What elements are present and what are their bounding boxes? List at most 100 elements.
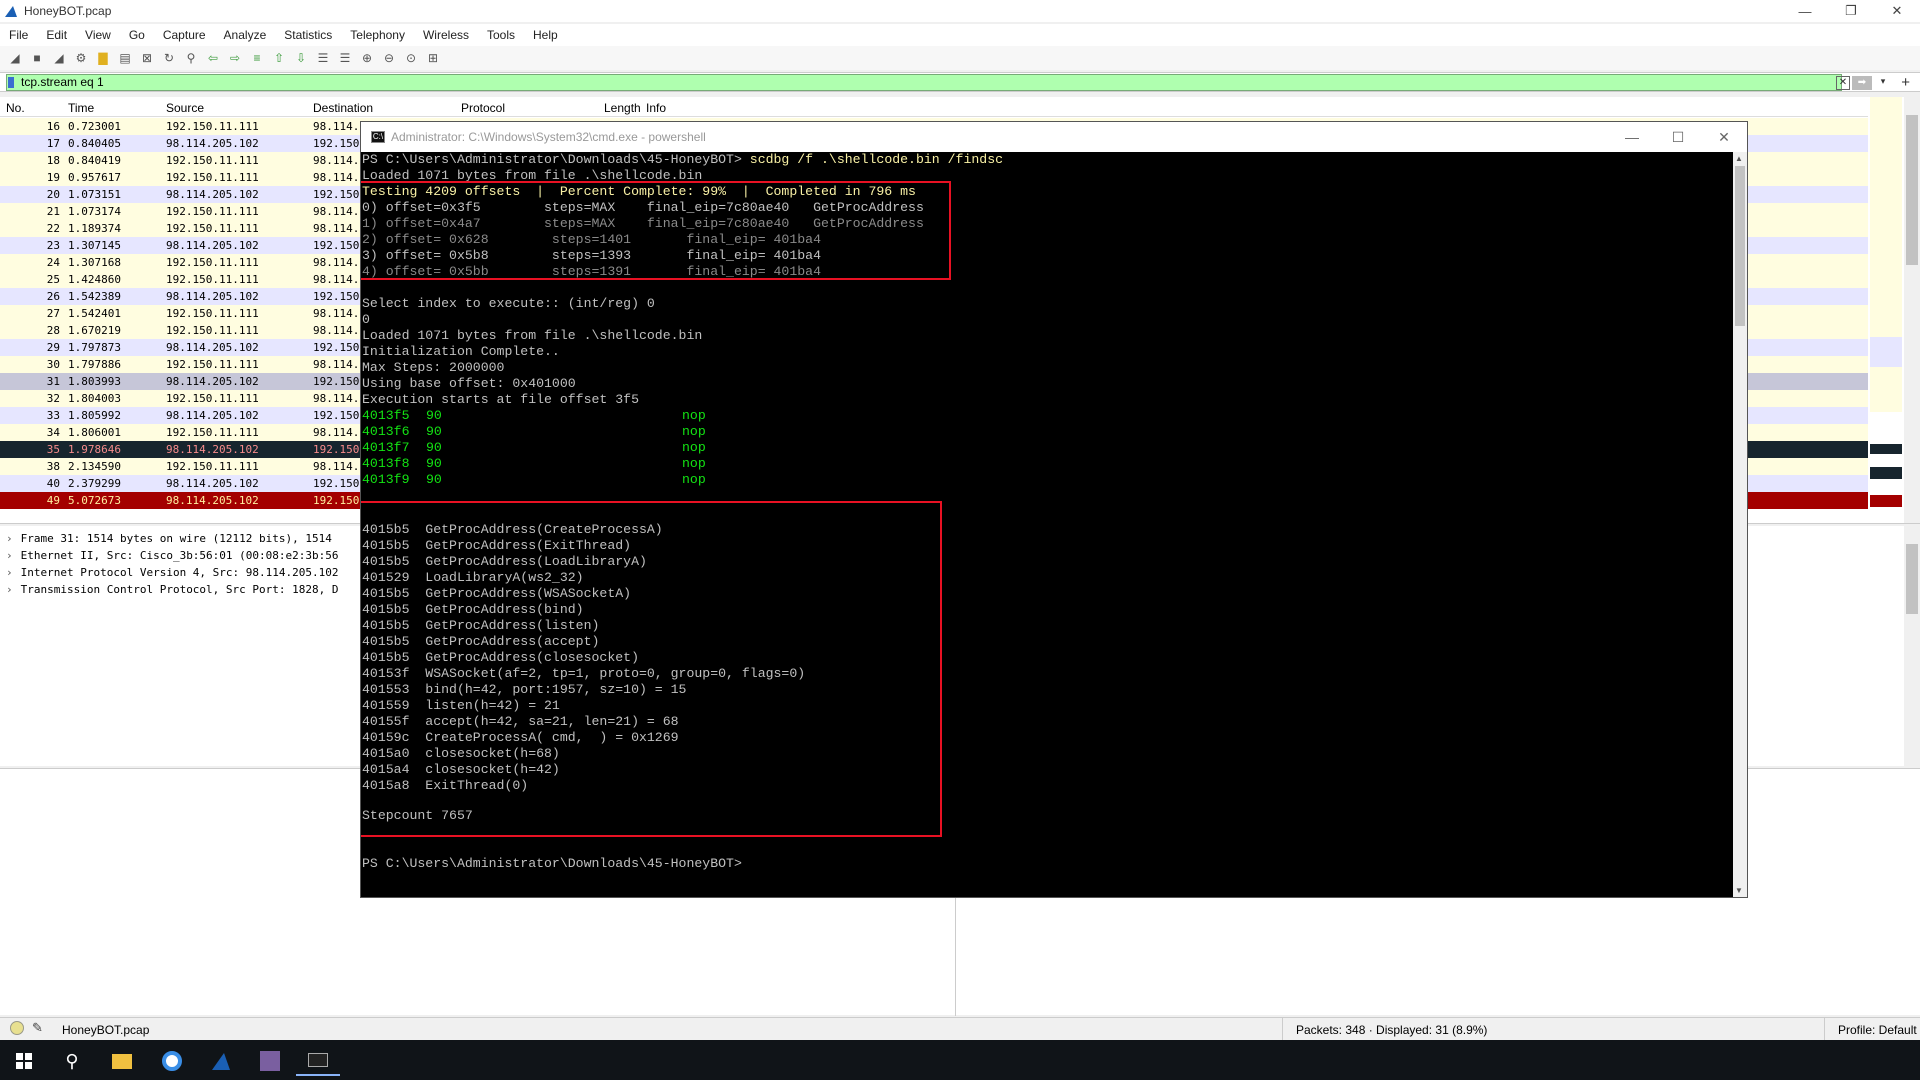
zoom-reset-icon[interactable]: ⊙ — [402, 49, 420, 67]
expand-arrow-icon[interactable]: › — [6, 583, 13, 596]
windows-start-icon[interactable] — [2, 1046, 46, 1076]
menu-statistics[interactable]: Statistics — [275, 28, 341, 42]
menu-help[interactable]: Help — [524, 28, 567, 42]
bookmark-icon[interactable] — [8, 77, 14, 88]
packet-destination: 98.114. — [313, 273, 360, 286]
terminal-output[interactable]: PS C:\Users\Administrator\Downloads\45-H… — [361, 152, 1733, 897]
terminal-scroll-thumb[interactable] — [1735, 166, 1745, 326]
column-no[interactable]: No. — [6, 101, 25, 115]
expand-arrow-icon[interactable]: › — [6, 532, 13, 545]
packet-time: 0.840419 — [68, 154, 121, 167]
detail-tcp[interactable]: › Transmission Control Protocol, Src Port… — [6, 583, 339, 596]
column-length[interactable]: Length — [604, 101, 641, 115]
scroll-up-icon[interactable]: ▲ — [1735, 154, 1743, 163]
packet-no: 26 — [46, 290, 60, 303]
display-filter-input[interactable]: tcp.stream eq 1 — [6, 74, 1842, 91]
app-title-bar: HoneyBOT.pcap — ❐ ✕ — [0, 0, 1920, 22]
menu-file[interactable]: File — [0, 28, 37, 42]
detail-ip[interactable]: › Internet Protocol Version 4, Src: 98.11… — [6, 566, 339, 579]
close-file-icon[interactable]: ⊠ — [138, 49, 156, 67]
terminal-taskbar-icon[interactable] — [296, 1046, 340, 1076]
terminal-maximize-button[interactable]: ☐ — [1655, 122, 1701, 152]
save-icon[interactable]: ▤ — [116, 49, 134, 67]
packet-time: 1.806001 — [68, 426, 121, 439]
file-explorer-icon[interactable] — [100, 1046, 144, 1076]
packet-destination: 192.150 — [313, 443, 360, 456]
last-icon[interactable]: ⇩ — [292, 49, 310, 67]
details-scrollbar[interactable] — [1904, 526, 1920, 766]
browser-icon[interactable] — [150, 1046, 194, 1076]
status-profile[interactable]: Profile: Default — [1838, 1023, 1917, 1037]
packet-minimap[interactable] — [1870, 97, 1902, 523]
back-icon[interactable]: ⇦ — [204, 49, 222, 67]
menu-telephony[interactable]: Telephony — [341, 28, 414, 42]
terminal-close-button[interactable]: ✕ — [1701, 122, 1747, 152]
packet-source: 98.114.205.102 — [166, 477, 259, 490]
scroll-down-icon[interactable]: ▼ — [1735, 886, 1743, 895]
column-time[interactable]: Time — [68, 101, 94, 115]
colorize-icon[interactable]: ☰ — [336, 49, 354, 67]
options-icon[interactable]: ⚙ — [72, 49, 90, 67]
filter-history-dropdown-icon[interactable]: ▾ — [1876, 76, 1890, 90]
column-destination[interactable]: Destination — [313, 101, 373, 115]
packet-time: 1.542389 — [68, 290, 121, 303]
edit-comment-icon[interactable]: ✎ — [32, 1020, 43, 1036]
packet-time: 1.307168 — [68, 256, 121, 269]
close-button[interactable]: ✕ — [1874, 0, 1920, 22]
terminal-minimize-button[interactable]: — — [1609, 122, 1655, 152]
packet-source: 192.150.11.111 — [166, 154, 259, 167]
restore-button[interactable]: ❐ — [1828, 0, 1874, 22]
packet-no: 33 — [46, 409, 60, 422]
menu-tools[interactable]: Tools — [478, 28, 524, 42]
column-source[interactable]: Source — [166, 101, 204, 115]
packet-source: 192.150.11.111 — [166, 307, 259, 320]
forward-icon[interactable]: ⇨ — [226, 49, 244, 67]
visual-studio-icon[interactable] — [248, 1046, 292, 1076]
nop-byte: 90 — [426, 472, 442, 487]
resize-columns-icon[interactable]: ⊞ — [424, 49, 442, 67]
find-icon[interactable]: ⚲ — [182, 49, 200, 67]
menu-capture[interactable]: Capture — [154, 28, 215, 42]
minimize-button[interactable]: — — [1782, 0, 1828, 22]
nop-op: nop — [682, 472, 706, 487]
zoom-in-icon[interactable]: ⊕ — [358, 49, 376, 67]
column-info[interactable]: Info — [646, 101, 666, 115]
packet-no: 49 — [46, 494, 60, 507]
packet-time: 0.957617 — [68, 171, 121, 184]
menu-wireless[interactable]: Wireless — [414, 28, 478, 42]
add-filter-button-icon[interactable]: + — [1901, 74, 1910, 91]
open-file-icon[interactable]: ▇ — [94, 49, 112, 67]
packet-list-header: No. Time Source Destination Protocol Len… — [0, 97, 1868, 117]
goto-icon[interactable]: ≡ — [248, 49, 266, 67]
packet-destination: 98.114. — [313, 426, 360, 439]
terminal-scrollbar[interactable]: ▲ ▼ — [1733, 152, 1747, 897]
autoscroll-icon[interactable]: ☰ — [314, 49, 332, 67]
base-offset-line: Using base offset: 0x401000 — [362, 376, 576, 391]
clear-filter-icon[interactable]: ✕ — [1836, 76, 1850, 90]
expert-info-icon[interactable] — [10, 1021, 24, 1035]
packet-source: 192.150.11.111 — [166, 460, 259, 473]
reload-icon[interactable]: ↻ — [160, 49, 178, 67]
packet-source: 192.150.11.111 — [166, 392, 259, 405]
restart-icon[interactable]: ◢ — [50, 49, 68, 67]
stop-icon[interactable]: ■ — [28, 49, 46, 67]
menu-view[interactable]: View — [76, 28, 120, 42]
search-icon[interactable]: ⚲ — [50, 1046, 94, 1076]
detail-frame[interactable]: › Frame 31: 1514 bytes on wire (12112 bit… — [6, 532, 332, 545]
menu-analyze[interactable]: Analyze — [215, 28, 276, 42]
apply-filter-icon[interactable]: ➡ — [1852, 76, 1872, 90]
menu-edit[interactable]: Edit — [37, 28, 76, 42]
expand-arrow-icon[interactable]: › — [6, 566, 13, 579]
packet-time: 1.073151 — [68, 188, 121, 201]
packet-destination: 98.114. — [313, 392, 360, 405]
first-icon[interactable]: ⇧ — [270, 49, 288, 67]
packet-list-scrollbar[interactable] — [1904, 97, 1920, 523]
detail-ethernet[interactable]: › Ethernet II, Src: Cisco_3b:56:01 (00:08… — [6, 549, 339, 562]
column-protocol[interactable]: Protocol — [461, 101, 505, 115]
shark-fin-icon[interactable]: ◢ — [6, 49, 24, 67]
packet-no: 30 — [46, 358, 60, 371]
expand-arrow-icon[interactable]: › — [6, 549, 13, 562]
zoom-out-icon[interactable]: ⊖ — [380, 49, 398, 67]
wireshark-taskbar-icon[interactable] — [199, 1046, 243, 1076]
menu-go[interactable]: Go — [120, 28, 154, 42]
